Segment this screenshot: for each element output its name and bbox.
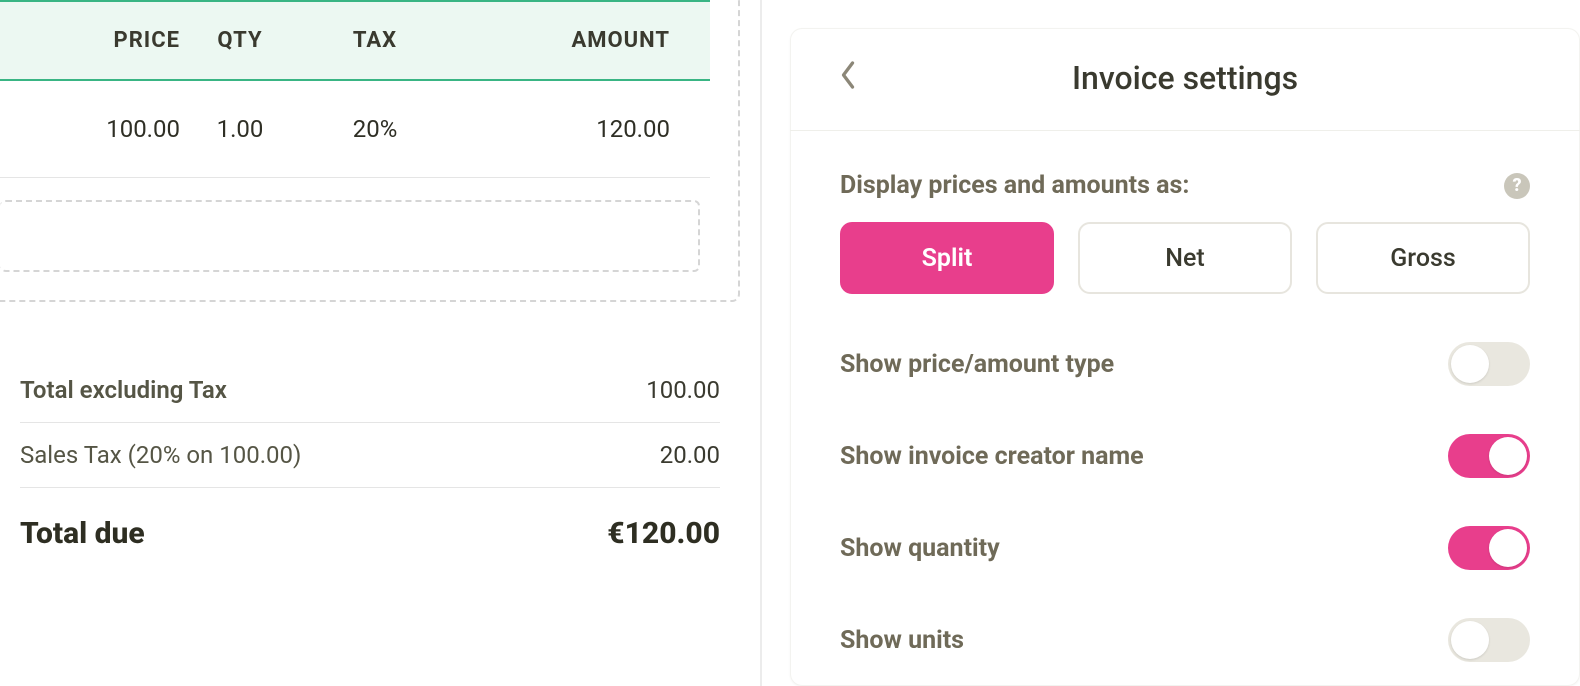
totals-due: Total due €120.00 <box>20 488 720 569</box>
setting-units: Show units <box>840 618 1530 662</box>
invoice-table-header: PRICE QTY TAX AMOUNT <box>0 2 710 81</box>
setting-quantity: Show quantity <box>840 526 1530 570</box>
toggle-knob <box>1489 437 1527 475</box>
setting-price-type: Show price/amount type <box>840 342 1530 386</box>
panel-body: Display prices and amounts as: ? Split N… <box>790 131 1580 662</box>
totals-ex-tax: Total excluding Tax 100.00 <box>20 358 720 423</box>
setting-units-label: Show units <box>840 626 964 655</box>
totals-tax: Sales Tax (20% on 100.00) 20.00 <box>20 423 720 488</box>
totals-due-label: Total due <box>20 516 145 551</box>
display-mode-header: Display prices and amounts as: ? <box>840 171 1530 200</box>
cell-amount: 120.00 <box>450 115 670 143</box>
panel-title: Invoice settings <box>826 59 1544 97</box>
invoice-preview: PRICE QTY TAX AMOUNT 100.00 1.00 20% 120… <box>0 0 760 686</box>
segment-net[interactable]: Net <box>1078 222 1292 294</box>
toggle-knob <box>1451 621 1489 659</box>
invoice-drop-zone: PRICE QTY TAX AMOUNT 100.00 1.00 20% 120… <box>0 0 740 302</box>
toggle-knob <box>1451 345 1489 383</box>
cell-price: 100.00 <box>0 115 180 143</box>
display-mode-segmented: Split Net Gross <box>840 222 1530 294</box>
col-header-tax: TAX <box>300 28 450 53</box>
invoice-table: PRICE QTY TAX AMOUNT 100.00 1.00 20% 120… <box>0 0 710 178</box>
setting-price-type-label: Show price/amount type <box>840 350 1114 379</box>
segment-split[interactable]: Split <box>840 222 1054 294</box>
settings-column: Invoice settings Display prices and amou… <box>760 0 1580 686</box>
totals-tax-value: 20.00 <box>660 441 720 469</box>
col-header-price: PRICE <box>0 28 180 53</box>
segment-gross[interactable]: Gross <box>1316 222 1530 294</box>
setting-quantity-label: Show quantity <box>840 534 1000 563</box>
invoice-line-item[interactable]: 100.00 1.00 20% 120.00 <box>0 81 710 178</box>
totals-ex-tax-label: Total excluding Tax <box>20 376 227 404</box>
help-icon[interactable]: ? <box>1504 173 1530 199</box>
toggle-creator[interactable] <box>1448 434 1530 478</box>
totals-due-value: €120.00 <box>607 516 720 551</box>
panel-header: Invoice settings <box>790 28 1580 131</box>
cell-qty: 1.00 <box>180 115 300 143</box>
toggle-knob <box>1489 529 1527 567</box>
totals-tax-label: Sales Tax (20% on 100.00) <box>20 441 301 469</box>
setting-creator: Show invoice creator name <box>840 434 1530 478</box>
add-line-placeholder[interactable] <box>0 200 700 272</box>
toggle-units[interactable] <box>1448 618 1530 662</box>
invoice-totals: Total excluding Tax 100.00 Sales Tax (20… <box>0 358 740 569</box>
col-header-amount: AMOUNT <box>450 28 670 53</box>
col-header-qty: QTY <box>180 28 300 53</box>
cell-tax: 20% <box>300 115 450 143</box>
settings-panel: Invoice settings Display prices and amou… <box>790 28 1580 686</box>
totals-ex-tax-value: 100.00 <box>646 376 720 404</box>
toggle-price-type[interactable] <box>1448 342 1530 386</box>
setting-creator-label: Show invoice creator name <box>840 442 1144 471</box>
display-mode-label: Display prices and amounts as: <box>840 171 1189 200</box>
toggle-quantity[interactable] <box>1448 526 1530 570</box>
